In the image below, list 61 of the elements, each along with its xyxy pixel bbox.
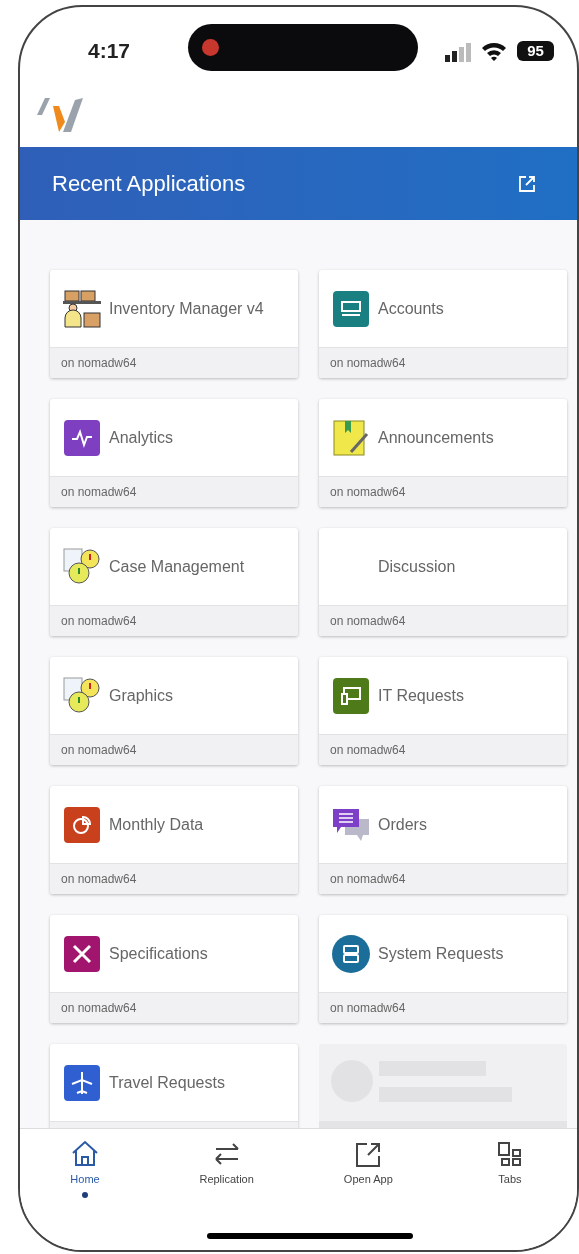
app-card[interactable]: Announcements on nomadw64 bbox=[319, 399, 567, 507]
app-card[interactable]: Analytics on nomadw64 bbox=[50, 399, 298, 507]
card-footer: on nomadw64 bbox=[50, 476, 298, 507]
app-icon bbox=[62, 1062, 102, 1103]
app-name: Analytics bbox=[109, 427, 174, 448]
app-icon bbox=[62, 933, 102, 974]
app-name: Travel Requests bbox=[109, 1072, 225, 1093]
app-card[interactable]: Orders on nomadw64 bbox=[319, 786, 567, 894]
app-name: Announcements bbox=[378, 427, 494, 448]
battery-icon: 95 bbox=[517, 41, 554, 61]
app-name: Graphics bbox=[109, 685, 174, 706]
header-title: Recent Applications bbox=[52, 170, 246, 198]
card-footer: on nomadw64 bbox=[319, 992, 567, 1023]
card-footer: on nomadw64 bbox=[319, 605, 567, 636]
card-footer: on nomadw64 bbox=[319, 734, 567, 765]
card-footer: on nomadw64 bbox=[50, 734, 298, 765]
card-footer: on nomadw64 bbox=[50, 992, 298, 1023]
card-footer: on nomadw64 bbox=[319, 863, 567, 894]
app-card[interactable]: Case Management on nomadw64 bbox=[50, 528, 298, 636]
app-name: Inventory Manager v4 bbox=[109, 298, 264, 319]
app-name: Orders bbox=[378, 814, 427, 835]
tab-button[interactable]: Open App bbox=[323, 1139, 414, 1205]
card-footer: on nomadw64 bbox=[319, 476, 567, 507]
card-footer: on nomadw64 bbox=[50, 605, 298, 636]
app-icon bbox=[62, 675, 102, 716]
app-card[interactable]: Monthly Data on nomadw64 bbox=[50, 786, 298, 894]
app-icon bbox=[62, 288, 102, 329]
app-icon bbox=[62, 804, 102, 845]
home-icon bbox=[70, 1139, 100, 1169]
wifi-icon bbox=[481, 41, 507, 61]
app-card[interactable]: IT Requests on nomadw64 bbox=[319, 657, 567, 765]
app-icon bbox=[62, 417, 102, 458]
external-link-icon[interactable] bbox=[517, 173, 537, 194]
app-card[interactable]: Graphics on nomadw64 bbox=[50, 657, 298, 765]
tab-button[interactable]: Tabs bbox=[464, 1139, 555, 1205]
app-card[interactable]: Travel Requests bbox=[50, 1044, 298, 1128]
tab-button[interactable]: Replication bbox=[181, 1139, 272, 1205]
app-icon bbox=[331, 675, 371, 716]
app-card[interactable]: Accounts on nomadw64 bbox=[319, 270, 567, 378]
app-icon bbox=[331, 417, 371, 458]
card-footer: on nomadw64 bbox=[50, 863, 298, 894]
app-name: Case Management bbox=[109, 556, 245, 577]
app-card[interactable]: Inventory Manager v4 on nomadw64 bbox=[50, 270, 298, 378]
app-name: Discussion bbox=[378, 556, 456, 577]
app-name: Monthly Data bbox=[109, 814, 204, 835]
status-time: 4:17 bbox=[88, 38, 131, 64]
app-card[interactable]: System Requests on nomadw64 bbox=[319, 915, 567, 1023]
app-icon bbox=[331, 933, 371, 974]
app-name: System Requests bbox=[378, 943, 504, 964]
app-card[interactable]: Discussion on nomadw64 bbox=[319, 528, 567, 636]
app-name: Accounts bbox=[378, 298, 444, 319]
app-name: Specifications bbox=[109, 943, 208, 964]
tab-button[interactable]: Home bbox=[40, 1139, 130, 1205]
app-card[interactable]: Specifications on nomadw64 bbox=[50, 915, 298, 1023]
app-icon bbox=[331, 288, 371, 329]
card-footer: on nomadw64 bbox=[319, 347, 567, 378]
card-footer: on nomadw64 bbox=[50, 347, 298, 378]
app-icon bbox=[62, 546, 102, 587]
signal-icon bbox=[445, 43, 473, 62]
logo-icon bbox=[37, 98, 83, 132]
app-name: IT Requests bbox=[378, 685, 464, 706]
